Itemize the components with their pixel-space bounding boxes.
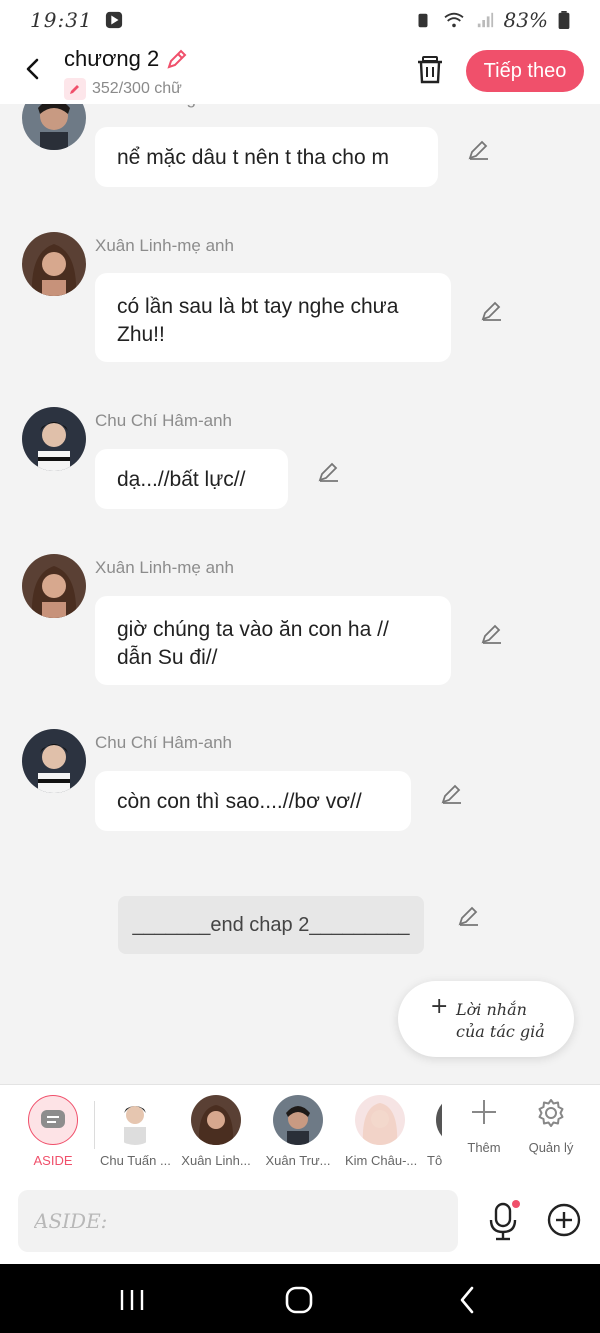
microphone-icon[interactable] — [486, 1200, 520, 1242]
author-note-button[interactable]: + Lời nhắn của tác giả — [398, 981, 574, 1057]
avatar[interactable] — [22, 232, 86, 296]
avatar[interactable] — [22, 729, 86, 793]
character-name: Tô — [427, 1153, 442, 1168]
message-input[interactable] — [18, 1190, 458, 1252]
chapter-header: chương 2 352/300 chữ Tiếp theo — [0, 40, 600, 104]
manage-label: Quản lý — [528, 1140, 574, 1155]
message-bubble[interactable]: dạ...//bất lực// — [95, 449, 288, 509]
edit-icon[interactable] — [480, 298, 504, 322]
character-xuan-linh[interactable]: Xuân Linh... — [181, 1095, 251, 1168]
signal-icon — [477, 12, 493, 28]
add-label: Thêm — [467, 1140, 501, 1155]
plus-icon — [472, 1100, 496, 1124]
edit-icon[interactable] — [467, 137, 491, 161]
status-bar: 19:31 83% — [0, 0, 600, 40]
back-nav-icon[interactable] — [450, 1282, 486, 1318]
input-bar — [0, 1180, 600, 1264]
avatar[interactable] — [22, 407, 86, 471]
character-name: Kim Châu-... — [345, 1153, 418, 1168]
home-icon[interactable] — [281, 1282, 317, 1318]
back-icon[interactable] — [18, 54, 48, 84]
sender-name: Chu Chí Hâm-anh — [95, 411, 233, 430]
pencil-icon — [64, 78, 86, 100]
battery-icon — [558, 11, 570, 29]
add-character-button[interactable]: Thêm — [460, 1097, 508, 1155]
message-bubble[interactable]: còn con thì sao....//bơ vơ// — [95, 771, 411, 831]
divider — [94, 1101, 95, 1149]
character-bar: ASIDE Chu Tuấn ... Xuân Linh... Xuân Trư… — [0, 1084, 600, 1180]
character-chu-tuan[interactable]: Chu Tuấn ... — [100, 1095, 171, 1168]
author-note-line1: Lời nhắn — [456, 1000, 527, 1019]
message-bubble[interactable]: nể mặc dâu t nên t tha cho m — [95, 127, 438, 187]
character-aside[interactable]: ASIDE — [27, 1095, 79, 1168]
character-name: Xuân Linh... — [181, 1153, 251, 1168]
character-name: Chu Tuấn ... — [100, 1153, 171, 1168]
gear-icon — [538, 1099, 564, 1127]
edit-icon[interactable] — [317, 459, 341, 483]
add-circle-icon[interactable] — [546, 1202, 582, 1238]
aside-avatar — [28, 1095, 78, 1145]
message-bubble[interactable]: có lần sau là bt tay nghe chưa Zhu!! — [95, 273, 451, 362]
word-count: 352/300 chữ — [64, 78, 182, 100]
sender-name: Chu Chí Hâm-anh — [95, 733, 233, 752]
plus-icon: + — [430, 994, 449, 1019]
sender-name: Xuân Linh-mẹ anh — [95, 558, 234, 577]
avatar[interactable] — [22, 554, 86, 618]
recent-apps-icon[interactable] — [114, 1282, 150, 1318]
edit-icon[interactable] — [457, 903, 481, 927]
character-to[interactable]: Tô — [424, 1095, 442, 1168]
alarm-icon — [418, 13, 428, 28]
battery-percent: 83% — [503, 8, 548, 32]
play-store-icon — [105, 11, 122, 29]
avatar — [110, 1095, 160, 1145]
wifi-icon — [443, 12, 464, 28]
avatar — [355, 1095, 405, 1145]
edit-title-icon[interactable] — [165, 47, 189, 71]
status-time: 19:31 — [30, 8, 93, 32]
author-note-line2: của tác giả — [456, 1022, 545, 1041]
manage-button[interactable]: Quản lý — [526, 1097, 576, 1155]
avatar — [191, 1095, 241, 1145]
message-bubble[interactable]: giờ chúng ta vào ăn con ha // dẫn Su đi/… — [95, 596, 451, 685]
narration-bubble[interactable]: _______end chap 2_________ — [118, 896, 424, 954]
character-kim-chau[interactable]: Kim Châu-... — [345, 1095, 418, 1168]
avatar — [436, 1095, 442, 1145]
edit-icon[interactable] — [440, 781, 464, 805]
edit-icon[interactable] — [480, 621, 504, 645]
next-button[interactable]: Tiếp theo — [466, 50, 584, 92]
avatar — [273, 1095, 323, 1145]
character-xuan-truong[interactable]: Xuân Trư... — [263, 1095, 333, 1168]
chapter-title-text: chương 2 — [64, 46, 160, 71]
word-count-text: 352/300 chữ — [92, 80, 182, 97]
trash-icon[interactable] — [414, 54, 446, 86]
character-name: ASIDE — [33, 1153, 73, 1168]
chapter-title[interactable]: chương 2 — [64, 46, 189, 72]
character-name: Xuân Trư... — [265, 1153, 331, 1168]
sender-name: Xuân Linh-mẹ anh — [95, 236, 234, 255]
system-nav-bar — [0, 1264, 600, 1333]
